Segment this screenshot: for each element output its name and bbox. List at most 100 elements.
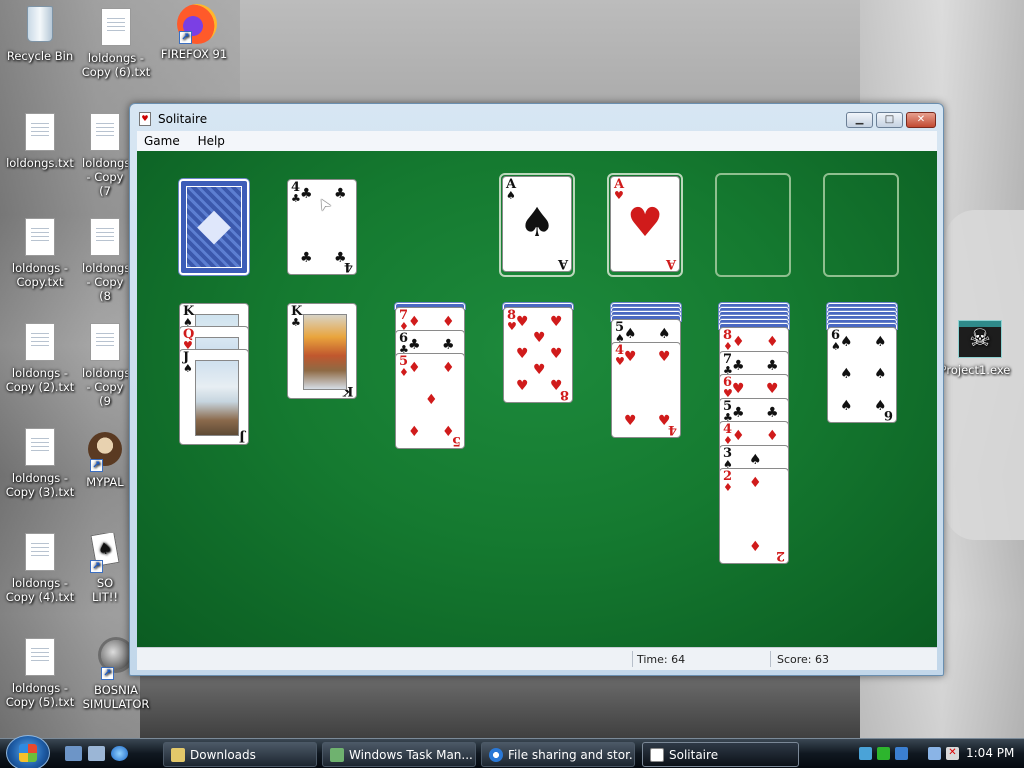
taskbar-button-label: File sharing and stor...: [508, 748, 635, 762]
card-suit: ♦: [723, 481, 733, 494]
card-pip: ♦: [408, 424, 421, 440]
face-card-art: [303, 314, 347, 390]
menu-game[interactable]: Game: [137, 131, 187, 148]
status-separator: [632, 651, 633, 667]
card-5-diamonds[interactable]: 5 ♦ 5 ♦ ♦ ♦ ♦ ♦: [395, 353, 465, 449]
desktop-icon-mypal[interactable]: ↗ MYPAL: [82, 432, 128, 489]
solitaire-app-icon: ♥: [139, 112, 151, 126]
card-6-spades[interactable]: 6 ♠ 6 ♠ ♠ ♠ ♠ ♠ ♠: [827, 327, 897, 423]
title-bar[interactable]: ♥ Solitaire ▁ □ ✕: [130, 104, 943, 132]
desktop-icon-file[interactable]: loldongs - Copy.txt: [0, 218, 80, 289]
desktop-icon-file[interactable]: loldongs - Copy (8: [82, 218, 128, 303]
desktop-icon-label: loldongs - Copy (2).txt: [5, 366, 75, 394]
taskbar-button-task-manager[interactable]: Windows Task Man...: [322, 742, 476, 767]
foundation-slot-empty[interactable]: [823, 173, 899, 277]
minimize-button[interactable]: ▁: [846, 112, 873, 128]
card-pip: ♣: [732, 404, 745, 421]
card-center-pip: ♠: [519, 200, 555, 246]
card-pip: ♥: [533, 330, 546, 346]
desktop-icon-label: Recycle Bin: [6, 49, 74, 63]
desktop-icon-file[interactable]: loldongs - Copy (9: [82, 323, 128, 408]
card-pip: ♥: [624, 413, 637, 429]
card-pip: ♥: [516, 346, 529, 362]
taskbar-button-downloads[interactable]: Downloads: [163, 742, 317, 767]
spiked-ball-icon: ↗: [99, 640, 133, 680]
internet-explorer-icon[interactable]: [111, 746, 128, 761]
solitaire-window[interactable]: ♥ Solitaire ▁ □ ✕ Game Help 4♣4♣♣♣♣A♠A♠A…: [129, 103, 944, 676]
start-button[interactable]: [6, 735, 50, 768]
desktop-icon-file[interactable]: loldongs.txt: [0, 113, 80, 170]
card-K-clubs[interactable]: K ♣ K: [287, 303, 357, 399]
taskbar-button-label: Windows Task Man...: [349, 748, 473, 762]
foundation-slot-empty[interactable]: [715, 173, 791, 277]
desktop-icon-file[interactable]: loldongs - Copy (7: [82, 113, 128, 198]
card-pip: ♥: [658, 349, 671, 365]
desktop-icon-file[interactable]: loldongs - Copy (6).txt: [76, 8, 156, 79]
text-file-icon: [99, 8, 133, 48]
desktop-icon-label: loldongs - Copy (7: [82, 156, 128, 198]
network-icon[interactable]: [859, 747, 872, 760]
card-J-spades[interactable]: J ♠ J: [179, 349, 249, 445]
taskbar-button-label: Downloads: [190, 748, 256, 762]
firefox-icon: ↗: [177, 4, 217, 44]
status-bar: Time: 64 Score: 63: [137, 647, 937, 670]
stock-pile[interactable]: [179, 179, 249, 275]
app-tray-icon[interactable]: [895, 747, 908, 760]
desktop-icon-file[interactable]: loldongs - Copy (3).txt: [0, 428, 80, 499]
desktop-icon-file[interactable]: loldongs - Copy (4).txt: [0, 533, 80, 604]
card-pip: ♠: [749, 451, 762, 468]
card-8-hearts[interactable]: 8 ♥ 8 ♥ ♥ ♥ ♥ ♥ ♥ ♥ ♥: [503, 307, 573, 403]
desktop-icon-file[interactable]: loldongs - Copy (5).txt: [0, 638, 80, 709]
taskbar-button-file-sharing[interactable]: File sharing and stor...: [481, 742, 635, 767]
volume-muted-icon[interactable]: ✕: [946, 747, 959, 760]
clock[interactable]: 1:04 PM: [966, 746, 1014, 760]
desktop-icon-label: BOSNIA SIMULATOR: [82, 683, 150, 711]
wallpaper-floor: [140, 676, 860, 740]
show-desktop-icon[interactable]: [65, 746, 82, 761]
menu-bar: Game Help: [137, 131, 937, 151]
card-4-hearts[interactable]: 4 ♥ 4 ♥ ♥ ♥ ♥: [611, 342, 681, 438]
switch-windows-icon[interactable]: [88, 746, 105, 761]
shortcut-arrow-icon: ↗: [101, 667, 114, 680]
desktop-icon-solitaire-shortcut[interactable]: ♠ ↗ SO LIT!!: [82, 533, 128, 604]
card-pip: ♥: [766, 381, 779, 397]
taskbar: Downloads Windows Task Man... File shari…: [0, 735, 1024, 768]
menu-help[interactable]: Help: [191, 131, 232, 148]
cards-icon: ♠ ↗: [88, 533, 122, 573]
text-file-icon: [88, 218, 122, 258]
desktop-icon-recycle-bin[interactable]: Recycle Bin: [0, 4, 80, 63]
card-rank-bottom: 2: [775, 548, 785, 563]
maximize-button[interactable]: □: [876, 112, 903, 128]
card-suit: ♠: [506, 189, 516, 202]
close-button[interactable]: ✕: [906, 112, 936, 128]
card-rank-bottom: A: [557, 256, 568, 271]
card-A-hearts[interactable]: A ♥ A ♥: [610, 176, 680, 272]
card-2-diamonds[interactable]: 2 ♦ 2 ♦ ♦: [719, 468, 789, 564]
card-pip: ♥: [550, 314, 563, 330]
card-pip: ♦: [732, 334, 745, 350]
desktop-icon-label: Project1.exe: [939, 363, 1011, 377]
card-pip: ♦: [442, 424, 455, 440]
card-suit: ♠: [183, 362, 193, 375]
desktop-icon-label: loldongs - Copy (6).txt: [81, 51, 151, 79]
desktop-icon-project1[interactable]: ☠ Project1.exe: [935, 320, 1015, 377]
battery-icon[interactable]: [877, 747, 890, 760]
desktop-icon-firefox[interactable]: ↗ FIREFOX 91: [154, 4, 234, 61]
desktop-icon-file[interactable]: loldongs - Copy (2).txt: [0, 323, 80, 394]
card-pip: ♣: [334, 186, 347, 202]
card-A-spades[interactable]: A ♠ A ♠: [502, 176, 572, 272]
recycle-bin-icon: [23, 6, 57, 46]
window-title: Solitaire: [158, 112, 208, 126]
text-file-icon: [88, 113, 122, 153]
game-board[interactable]: 4♣4♣♣♣♣A♠A♠A♥A♥K♠KQ♥QJ♠JK♣K7♦7♦♦♦♦♦♦♦6♣6…: [137, 151, 937, 647]
solitaire-icon: [650, 748, 664, 762]
card-4-clubs[interactable]: 4 ♣ 4 ♣ ♣ ♣ ♣: [287, 179, 357, 275]
card-pip: ♣: [766, 357, 779, 374]
skull-icon: ☠: [958, 320, 1002, 360]
display-icon[interactable]: [928, 747, 941, 760]
taskbar-button-solitaire[interactable]: Solitaire: [642, 742, 799, 767]
card-rank-bottom: J: [238, 429, 245, 444]
desktop-icon-label: MYPAL: [86, 475, 124, 489]
desktop-icon-label: SO LIT!!: [91, 576, 119, 604]
desktop-icon-label: loldongs - Copy.txt: [11, 261, 69, 289]
